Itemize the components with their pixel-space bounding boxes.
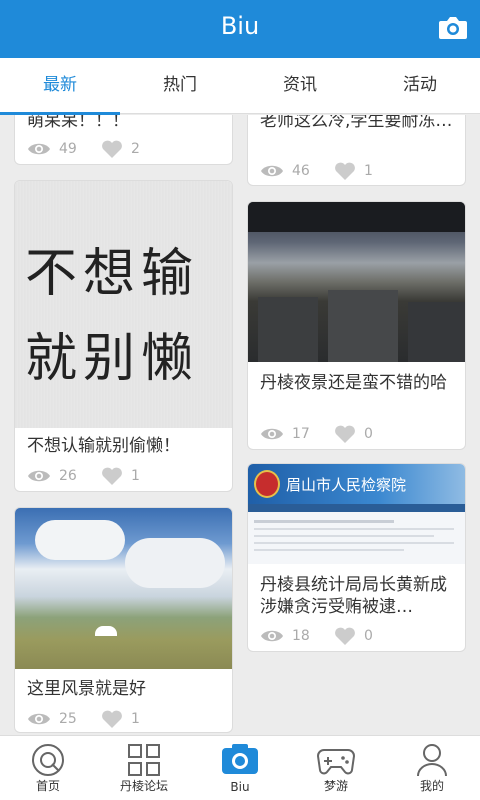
like-count: 1 xyxy=(364,163,373,179)
tab-latest[interactable]: 最新 xyxy=(0,58,120,115)
image-text-line-2: 就别懒 xyxy=(25,329,200,389)
gamepad-icon xyxy=(316,749,356,775)
heart-icon[interactable] xyxy=(101,139,123,159)
post-card[interactable]: 不想输 就别懒 不想认输就别偷懒！ 26 1 xyxy=(14,180,233,492)
post-stats: 17 0 xyxy=(260,423,384,445)
nav-home[interactable]: 首页 xyxy=(0,736,96,800)
camera-icon xyxy=(222,744,258,774)
post-image xyxy=(15,508,232,669)
heart-icon[interactable] xyxy=(101,709,123,729)
view-count: 26 xyxy=(59,468,77,484)
user-icon xyxy=(417,744,447,777)
home-icon xyxy=(32,744,64,776)
nav-biu-label: Biu xyxy=(230,780,250,794)
post-image: 不想输 就别懒 xyxy=(15,181,232,428)
nav-home-label: 首页 xyxy=(35,779,60,793)
post-stats: 26 1 xyxy=(27,465,151,487)
post-caption: 老师这么冷,学生要耐冻… xyxy=(260,115,453,131)
post-caption: 丹棱夜景还是蛮不错的哈 xyxy=(260,373,447,393)
post-card[interactable]: 萌呆呆！！！ 49 2 xyxy=(14,115,233,165)
post-caption: 萌呆呆！！！ xyxy=(27,115,129,131)
bottom-nav: 首页 丹棱论坛 Biu 梦游 我的 xyxy=(0,735,480,800)
like-count: 1 xyxy=(131,711,140,727)
heart-icon[interactable] xyxy=(334,626,356,646)
post-image: 眉山市人民检察院 xyxy=(248,464,465,564)
tab-events[interactable]: 活动 xyxy=(360,58,480,113)
like-count: 2 xyxy=(131,141,140,157)
nav-me-label: 我的 xyxy=(419,779,444,793)
post-card[interactable]: 眉山市人民检察院 丹棱县统计局局长黄新成涉嫌贪污受贿被逮… 18 0 xyxy=(247,463,466,652)
nav-biu[interactable]: Biu xyxy=(192,736,288,800)
post-card[interactable]: 老师这么冷,学生要耐冻… 46 1 xyxy=(247,115,466,186)
image-text-line-1: 不想输 xyxy=(25,244,200,304)
post-image xyxy=(248,202,465,362)
post-stats: 46 1 xyxy=(260,160,384,182)
post-stats: 49 2 xyxy=(27,138,151,160)
app-header: Biu xyxy=(0,0,480,58)
like-count: 0 xyxy=(364,628,373,644)
eye-icon xyxy=(28,143,50,155)
tab-bar: 最新 热门 资讯 活动 xyxy=(0,58,480,115)
heart-icon[interactable] xyxy=(334,424,356,444)
eye-icon xyxy=(28,713,50,725)
tab-news[interactable]: 资讯 xyxy=(240,58,360,113)
view-count: 18 xyxy=(292,628,310,644)
tab-hot[interactable]: 热门 xyxy=(120,58,240,113)
post-card[interactable]: 这里风景就是好 25 1 xyxy=(14,507,233,733)
view-count: 25 xyxy=(59,711,77,727)
post-caption: 丹棱县统计局局长黄新成涉嫌贪污受贿被逮… xyxy=(260,575,447,617)
nav-forum-label: 丹棱论坛 xyxy=(119,779,168,793)
view-count: 17 xyxy=(292,426,310,442)
post-stats: 18 0 xyxy=(260,625,384,647)
post-feed[interactable]: 萌呆呆！！！ 49 2 老师这么冷,学生要耐冻… 46 1 不想输 就别懒 不想… xyxy=(0,115,480,735)
nav-me[interactable]: 我的 xyxy=(384,736,480,800)
nav-forum[interactable]: 丹棱论坛 xyxy=(96,736,192,800)
camera-icon[interactable] xyxy=(438,14,468,42)
post-caption: 不想认输就别偷懒！ xyxy=(27,436,180,456)
grid-icon xyxy=(128,744,160,776)
like-count: 1 xyxy=(131,468,140,484)
eye-icon xyxy=(261,630,283,642)
eye-icon xyxy=(28,470,50,482)
nav-game[interactable]: 梦游 xyxy=(288,736,384,800)
post-stats: 25 1 xyxy=(27,708,151,730)
like-count: 0 xyxy=(364,426,373,442)
app-title: Biu xyxy=(220,12,260,40)
view-count: 49 xyxy=(59,141,77,157)
view-count: 46 xyxy=(292,163,310,179)
post-card[interactable]: 丹棱夜景还是蛮不错的哈 17 0 xyxy=(247,201,466,450)
heart-icon[interactable] xyxy=(334,161,356,181)
heart-icon[interactable] xyxy=(101,466,123,486)
eye-icon xyxy=(261,165,283,177)
image-title: 眉山市人民检察院 xyxy=(286,476,407,494)
nav-game-label: 梦游 xyxy=(323,779,348,793)
post-caption: 这里风景就是好 xyxy=(27,679,146,699)
eye-icon xyxy=(261,428,283,440)
